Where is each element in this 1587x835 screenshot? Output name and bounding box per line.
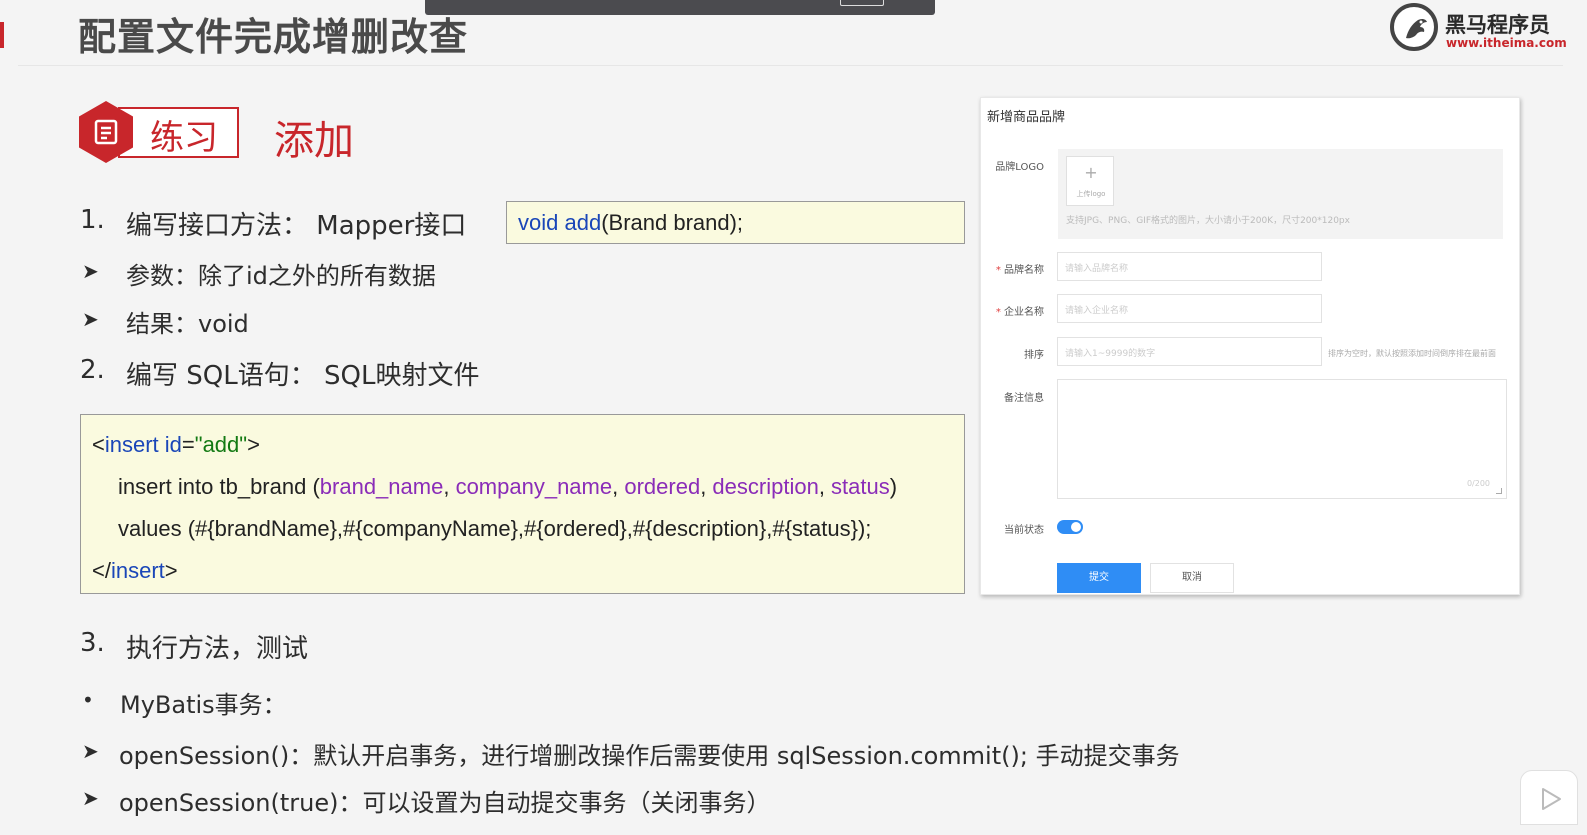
arrow-bullet-icon: ➤ <box>82 259 99 283</box>
order-hint: 排序为空时，默认按照添加时间倒序排在最前面 <box>1328 349 1496 358</box>
practice-label: 练习 <box>150 118 218 158</box>
step-3-number: 3. <box>80 628 105 658</box>
status-label: 当前状态 <box>1004 525 1044 536</box>
step-2-text: 编写 SQL语句： SQL映射文件 <box>126 361 480 391</box>
arrow-bullet-icon: ➤ <box>82 307 99 331</box>
sql-code-block: <insert id="add"> insert into tb_brand (… <box>80 414 965 594</box>
transaction-heading: MyBatis事务： <box>120 691 287 719</box>
code-line-2: insert into tb_brand (brand_name, compan… <box>118 474 898 499</box>
interface-code-keyword: void add <box>518 210 602 235</box>
status-toggle[interactable] <box>1057 520 1083 534</box>
video-top-bar <box>425 0 935 15</box>
upload-hint: 支持JPG、PNG、GIF格式的图片，大小请小于200K，尺寸200*120px <box>1066 216 1350 226</box>
order-input[interactable]: 请输入1~9999的数字 <box>1057 337 1322 366</box>
interface-code-box: void add(Brand brand); <box>506 201 965 244</box>
description-label: 备注信息 <box>1004 393 1044 404</box>
title-divider <box>18 65 1563 66</box>
code-line-1: <insert id="add"> <box>92 432 260 457</box>
company-name-input[interactable]: 请输入企业名称 <box>1057 294 1322 323</box>
play-icon <box>1542 788 1561 810</box>
description-textarea[interactable]: 0/200 <box>1057 379 1507 499</box>
plus-icon: + <box>1084 163 1098 182</box>
dot-bullet-icon: • <box>82 688 94 712</box>
section-heading: 添加 <box>274 118 354 164</box>
step-2-number: 2. <box>80 355 105 385</box>
add-brand-form-panel: 新增商品品牌 品牌LOGO + 上传logo 支持JPG、PNG、GIF格式的图… <box>980 97 1520 595</box>
char-counter: 0/200 <box>1466 479 1490 488</box>
transaction-item-1: openSession()：默认开启事务，进行增删改操作后需要使用 sqlSes… <box>119 742 1180 770</box>
document-icon <box>94 119 118 145</box>
transaction-item-2: openSession(true)：可以设置为自动提交事务（关闭事务） <box>119 789 771 817</box>
step-1-number: 1. <box>80 205 105 235</box>
form-title: 新增商品品牌 <box>987 110 1066 125</box>
company-name-label: * 企业名称 <box>995 307 1044 318</box>
code-line-4: </insert> <box>92 558 178 583</box>
brand-name-input[interactable]: 请输入品牌名称 <box>1057 252 1322 281</box>
upload-logo-button[interactable]: + 上传logo <box>1066 156 1114 206</box>
cancel-button[interactable]: 取消 <box>1150 563 1234 593</box>
brand-url: www.itheima.com <box>1446 36 1567 50</box>
order-label: 排序 <box>1024 350 1044 361</box>
upload-text: 上传logo <box>1076 190 1106 198</box>
arrow-bullet-icon: ➤ <box>82 739 99 763</box>
result-bullet-text: 结果：void <box>126 310 249 338</box>
logo-label: 品牌LOGO <box>995 162 1044 173</box>
submit-button[interactable]: 提交 <box>1057 563 1141 593</box>
step-1-text: 编写接口方法： Mapper接口 <box>126 211 467 241</box>
code-line-3: values (#{brandName},#{companyName},#{or… <box>118 516 872 541</box>
brand-name-label: * 品牌名称 <box>995 265 1044 276</box>
horse-logo-icon <box>1390 3 1438 51</box>
interface-code-args: (Brand brand); <box>601 210 744 235</box>
step-3-text: 执行方法，测试 <box>126 634 309 664</box>
resize-handle-icon[interactable] <box>1496 488 1502 494</box>
brand-name: 黑马程序员 <box>1445 13 1550 37</box>
arrow-bullet-icon: ➤ <box>82 786 99 810</box>
play-button[interactable] <box>1520 770 1578 825</box>
top-bar-button[interactable] <box>840 0 884 6</box>
param-bullet-text: 参数：除了id之外的所有数据 <box>126 262 436 290</box>
page-title: 配置文件完成增删改查 <box>78 15 469 59</box>
slide-left-marker <box>0 22 4 48</box>
toggle-knob <box>1071 522 1081 532</box>
